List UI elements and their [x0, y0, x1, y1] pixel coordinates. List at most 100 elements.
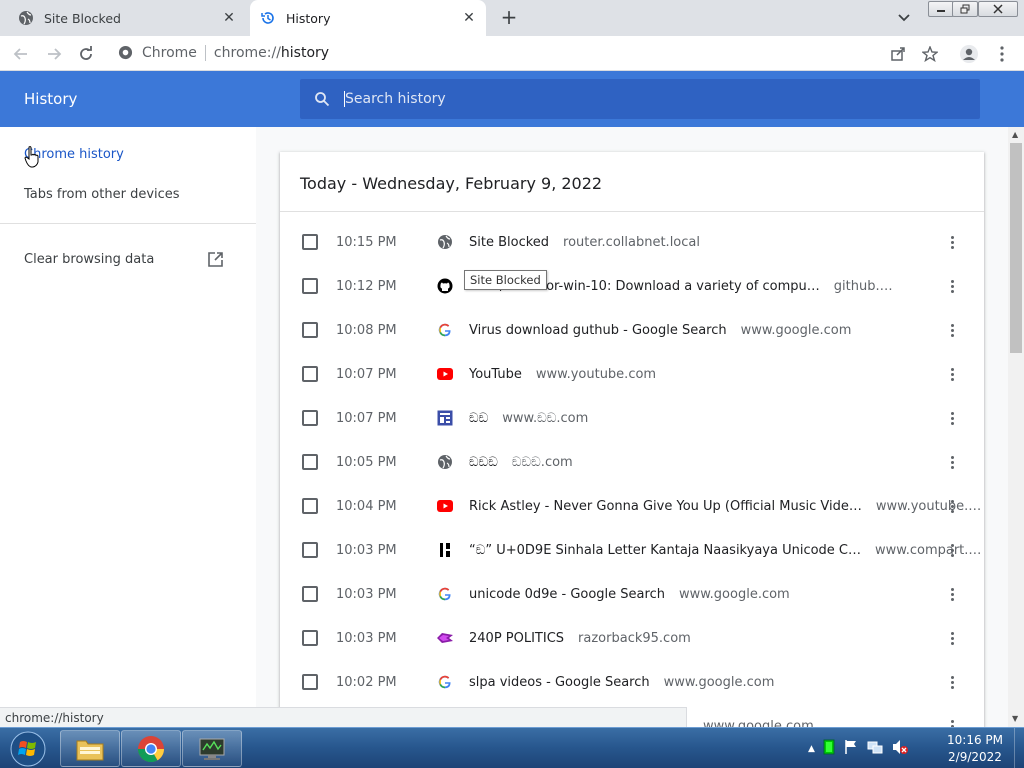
- row-link[interactable]: “ඞ” U+0D9E Sinhala Letter Kantaja Naasik…: [469, 543, 981, 558]
- search-history-box[interactable]: [300, 79, 980, 119]
- close-window-button[interactable]: [978, 1, 1018, 17]
- action-center-flag-icon[interactable]: [843, 739, 859, 759]
- close-tab-icon[interactable]: ✕: [220, 9, 238, 27]
- sidebar: Chrome history Tabs from other devices C…: [0, 127, 256, 707]
- row-link[interactable]: YouTube www.youtube.com: [469, 367, 656, 382]
- row-domain: www.google.com: [703, 718, 814, 728]
- row-more-actions-icon[interactable]: [944, 230, 960, 254]
- row-time: 10:07 PM: [336, 410, 397, 426]
- history-row[interactable]: 10:07 PM YouTube www.youtube.com: [280, 352, 984, 396]
- github-icon: [437, 278, 453, 294]
- volume-muted-icon[interactable]: [891, 739, 909, 759]
- row-more-actions-icon[interactable]: [944, 538, 960, 562]
- show-hidden-icons-icon[interactable]: ▲: [808, 744, 815, 754]
- row-checkbox[interactable]: [302, 366, 318, 382]
- tab-site-blocked[interactable]: Site Blocked ✕: [8, 0, 246, 36]
- history-row[interactable]: 10:04 PM Rick Astley - Never Gonna Give …: [280, 484, 984, 528]
- status-bubble: chrome://history: [0, 707, 687, 727]
- row-link[interactable]: ඞඞ www.ඞඞ.com: [469, 411, 588, 426]
- tab-title: History: [286, 10, 331, 26]
- history-row[interactable]: 10:12 PM W1N/Virus-for-win-10: Download …: [280, 264, 984, 308]
- forward-button[interactable]: [42, 42, 66, 66]
- row-checkbox[interactable]: [302, 322, 318, 338]
- sidebar-item-clear-browsing-data[interactable]: Clear browsing data: [24, 252, 154, 267]
- row-link[interactable]: ඞඞඞ ඞඞඞ.com: [469, 455, 573, 470]
- site-layout-icon: [437, 410, 453, 426]
- history-row[interactable]: 10:08 PM Virus download guthub - Google …: [280, 308, 984, 352]
- row-checkbox[interactable]: [302, 278, 318, 294]
- search-history-input[interactable]: [345, 91, 945, 107]
- row-link[interactable]: Rick Astley - Never Gonna Give You Up (O…: [469, 499, 981, 514]
- row-domain: www.google.com: [678, 586, 790, 602]
- minimize-button[interactable]: [928, 1, 954, 17]
- history-row[interactable]: 10:03 PM 240P POLITICS razorback95.com: [280, 616, 984, 660]
- row-more-actions-icon[interactable]: [944, 670, 960, 694]
- row-more-actions-icon[interactable]: [944, 362, 960, 386]
- history-row[interactable]: 10:05 PM ඞඞඞ ඞඞඞ.com: [280, 440, 984, 484]
- network-icon[interactable]: [867, 739, 883, 759]
- sidebar-item-tabs-other-devices[interactable]: Tabs from other devices: [24, 187, 180, 202]
- row-checkbox[interactable]: [302, 586, 318, 602]
- chrome-icon[interactable]: [121, 730, 181, 767]
- row-link[interactable]: unicode 0d9e - Google Search www.google.c…: [469, 587, 790, 602]
- row-domain: github.…: [833, 278, 893, 294]
- row-more-actions-icon[interactable]: [944, 714, 960, 727]
- bookmark-star-icon[interactable]: [918, 42, 942, 66]
- row-checkbox[interactable]: [302, 410, 318, 426]
- row-domain: www.youtube.com: [535, 366, 657, 382]
- task-monitor-icon[interactable]: [823, 739, 835, 759]
- history-row[interactable]: 10:03 PM “ඞ” U+0D9E Sinhala Letter Kanta…: [280, 528, 984, 572]
- scrollbar-thumb[interactable]: [1010, 143, 1022, 353]
- network-tool-icon[interactable]: [182, 730, 242, 767]
- profile-avatar-icon[interactable]: [957, 42, 981, 66]
- history-row[interactable]: 10:02 PM slpa videos - Google Search www.…: [280, 660, 984, 704]
- show-desktop-button[interactable]: [1014, 728, 1024, 768]
- share-icon[interactable]: [886, 42, 910, 66]
- row-time: 10:07 PM: [336, 366, 397, 382]
- youtube-icon: [437, 498, 453, 514]
- row-checkbox[interactable]: [302, 454, 318, 470]
- file-explorer-icon[interactable]: [60, 730, 120, 767]
- restore-button[interactable]: [952, 1, 978, 17]
- row-domain: www.google.com: [663, 674, 775, 690]
- address-bar[interactable]: Chrome chrome://history: [108, 39, 928, 67]
- menu-kebab-icon[interactable]: [990, 42, 1014, 66]
- history-header: History: [0, 71, 1024, 127]
- row-link[interactable]: www.google.com: [703, 719, 814, 728]
- system-clock[interactable]: 10:16 PM 2/9/2022: [940, 732, 1010, 766]
- row-time: 10:15 PM: [336, 234, 397, 250]
- row-more-actions-icon[interactable]: [944, 494, 960, 518]
- row-more-actions-icon[interactable]: [944, 626, 960, 650]
- page-scrollbar[interactable]: ▲ ▼: [1008, 127, 1024, 727]
- history-row[interactable]: 10:07 PM ඞඞ www.ඞඞ.com: [280, 396, 984, 440]
- row-link[interactable]: Virus download guthub - Google Search www…: [469, 323, 851, 338]
- row-more-actions-icon[interactable]: [944, 582, 960, 606]
- back-button[interactable]: [9, 42, 33, 66]
- scroll-up-arrow-icon[interactable]: ▲: [1012, 130, 1018, 139]
- row-more-actions-icon[interactable]: [944, 318, 960, 342]
- history-row[interactable]: 10:03 PM unicode 0d9e - Google Search www…: [280, 572, 984, 616]
- new-tab-button[interactable]: +: [498, 5, 520, 29]
- scroll-down-arrow-icon[interactable]: ▼: [1012, 714, 1018, 723]
- close-tab-icon[interactable]: ✕: [460, 9, 478, 27]
- row-checkbox[interactable]: [302, 542, 318, 558]
- row-more-actions-icon[interactable]: [944, 406, 960, 430]
- row-link[interactable]: 240P POLITICS razorback95.com: [469, 631, 691, 646]
- row-more-actions-icon[interactable]: [944, 450, 960, 474]
- razorback-icon: [437, 630, 453, 646]
- row-checkbox[interactable]: [302, 498, 318, 514]
- tab-search-chevron-icon[interactable]: [894, 8, 914, 28]
- history-row[interactable]: 10:15 PM Site Blocked router.collabnet.lo…: [280, 220, 984, 264]
- row-link[interactable]: slpa videos - Google Search www.google.co…: [469, 675, 774, 690]
- tab-history[interactable]: History ✕: [250, 0, 486, 36]
- reload-button[interactable]: [74, 42, 98, 66]
- row-checkbox[interactable]: [302, 234, 318, 250]
- row-checkbox[interactable]: [302, 674, 318, 690]
- row-more-actions-icon[interactable]: [944, 274, 960, 298]
- start-button[interactable]: [4, 730, 52, 768]
- row-domain: www.compart.…: [875, 542, 982, 558]
- open-in-new-icon[interactable]: [207, 251, 224, 272]
- row-checkbox[interactable]: [302, 630, 318, 646]
- row-domain: razorback95.com: [578, 630, 691, 646]
- row-link[interactable]: Site Blocked router.collabnet.local: [469, 235, 700, 250]
